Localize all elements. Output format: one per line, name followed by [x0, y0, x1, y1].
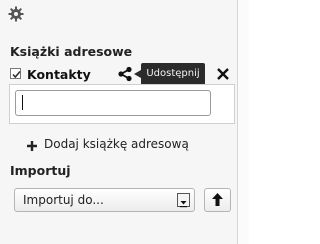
chevron-down-icon[interactable] — [177, 193, 190, 208]
addressbook-name: Kontakty — [27, 67, 91, 82]
import-heading: Importuj — [10, 163, 71, 178]
addressbook-edit-box — [9, 84, 235, 124]
share-tooltip: Udostępnij — [141, 63, 205, 85]
addressbook-enabled-checkbox[interactable] — [10, 68, 21, 79]
plus-icon — [26, 137, 38, 151]
import-select-value: Importuj do... — [23, 193, 104, 207]
addressbooks-heading: Książki adresowe — [10, 44, 133, 59]
tooltip-arrow — [134, 70, 141, 78]
gear-icon[interactable] — [8, 6, 24, 22]
import-target-select[interactable]: Importuj do... — [14, 188, 195, 212]
share-icon[interactable] — [117, 66, 133, 82]
contacts-settings-panel: Książki adresowe Kontakty Udostępnij Dod… — [0, 0, 238, 244]
import-upload-button[interactable] — [204, 188, 231, 212]
arrow-up-icon — [212, 193, 223, 206]
scrollbar[interactable] — [238, 0, 249, 244]
add-addressbook-label: Dodaj książkę adresową — [44, 137, 189, 151]
text-caret — [22, 95, 23, 110]
close-icon[interactable] — [216, 66, 230, 80]
addressbook-name-input[interactable] — [15, 90, 211, 116]
